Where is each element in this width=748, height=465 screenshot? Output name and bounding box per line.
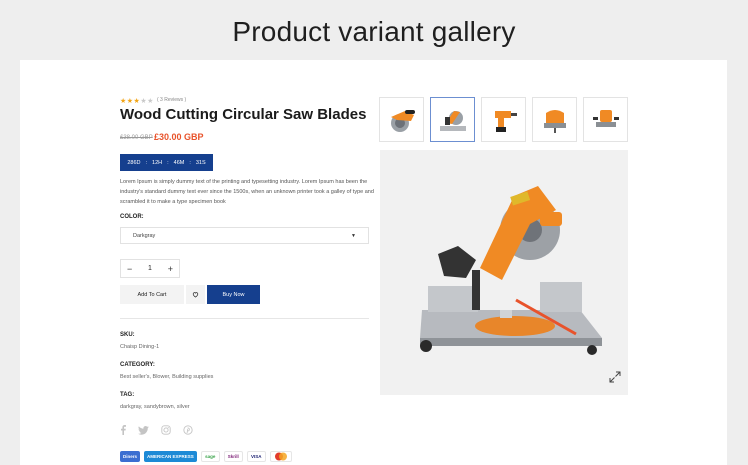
countdown-days: 286D xyxy=(127,159,141,166)
sku-label: SKU: xyxy=(120,332,135,338)
reviews-link[interactable]: ( 3 Reviews ) xyxy=(157,97,186,103)
product-description: Lorem Ipsum is simply dummy text of the … xyxy=(120,179,374,205)
thumbnail-jigsaw[interactable] xyxy=(532,97,577,142)
caret-down-icon: ▼ xyxy=(351,232,356,239)
thumbnail-strip xyxy=(379,97,628,142)
countdown-timer: 286D : 12H : 46M : 31S xyxy=(120,154,213,171)
category-value: Best seller's, Blower, Building supplies xyxy=(120,374,214,380)
qty-increase-button[interactable]: + xyxy=(168,264,173,274)
banner-title: Product variant gallery xyxy=(232,16,516,47)
rating-stars: ★★★★★ xyxy=(120,98,154,105)
countdown-sep: : xyxy=(145,159,148,166)
thumbnail-miter-saw[interactable] xyxy=(430,97,475,142)
product-card: ★★★★★ ( 3 Reviews ) Wood Cutting Circula… xyxy=(20,60,727,465)
divider xyxy=(120,318,369,319)
zoom-icon[interactable] xyxy=(609,370,621,388)
payment-diners-icon: Diners xyxy=(120,451,141,462)
countdown-sep: : xyxy=(167,159,169,166)
pinterest-icon[interactable] xyxy=(183,425,193,435)
sku-value: Chaisp Dining-1 xyxy=(120,344,160,350)
twitter-icon[interactable] xyxy=(138,425,149,435)
product-title: Wood Cutting Circular Saw Blades xyxy=(120,106,367,123)
category-label: CATEGORY: xyxy=(120,362,155,368)
social-share xyxy=(120,425,193,435)
thumbnail-router[interactable] xyxy=(583,97,628,142)
countdown-hours: 12H xyxy=(152,159,163,166)
tag-label: TAG: xyxy=(120,392,135,398)
countdown-minutes: 46M xyxy=(173,159,185,166)
buy-now-button[interactable]: Buy Now xyxy=(207,285,260,304)
thumbnail-cordless-drill[interactable] xyxy=(481,97,526,142)
payment-skrill-icon: Skrill xyxy=(223,451,243,462)
payment-methods: Diners AMERICAN EXPRESS sage Skrill VISA xyxy=(120,451,292,462)
color-label: COLOR: xyxy=(120,214,144,220)
old-price: £38.00 GBP xyxy=(120,135,153,141)
heart-icon xyxy=(192,292,199,298)
instagram-icon[interactable] xyxy=(161,425,171,435)
quantity-stepper: − 1 + xyxy=(120,259,180,278)
payment-visa-icon: VISA xyxy=(246,451,266,462)
color-select[interactable]: Darkgray ▼ xyxy=(120,227,369,244)
color-selected-value: Darkgray xyxy=(133,232,156,239)
add-to-cart-button[interactable]: Add To Cart xyxy=(120,285,184,304)
facebook-icon[interactable] xyxy=(120,425,126,435)
sale-price: £30.00 GBP xyxy=(154,132,204,142)
countdown-seconds: 31S xyxy=(195,159,206,166)
qty-decrease-button[interactable]: − xyxy=(127,264,132,274)
payment-sage-icon: sage xyxy=(200,451,220,462)
main-product-image[interactable] xyxy=(380,150,628,395)
payment-mastercard-icon xyxy=(269,451,292,462)
countdown-sep: : xyxy=(189,159,191,166)
wishlist-button[interactable] xyxy=(186,285,205,304)
miter-saw-image xyxy=(420,186,602,355)
payment-amex-icon: AMERICAN EXPRESS xyxy=(144,451,197,462)
tag-value: darkgray, sandybrown, silver xyxy=(120,404,190,410)
qty-value[interactable]: 1 xyxy=(148,265,152,272)
thumbnail-circular-saw[interactable] xyxy=(379,97,424,142)
